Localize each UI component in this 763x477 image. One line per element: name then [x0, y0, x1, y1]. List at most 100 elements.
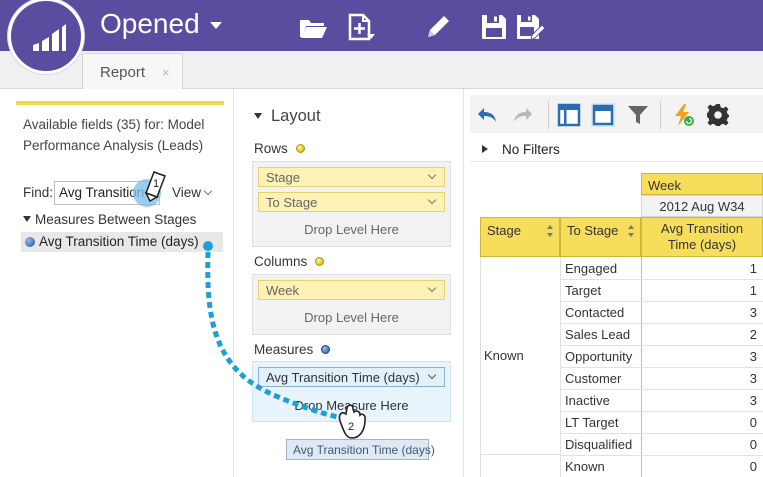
available-fields-text: Available fields (35) for: Model Perform… [23, 117, 205, 153]
columns-drop-hint: Drop Level Here [304, 310, 399, 325]
new-report-icon[interactable] [346, 12, 376, 42]
to-stage-cell[interactable]: Engaged [565, 261, 637, 276]
group-label: Measures Between Stages [35, 212, 197, 227]
header-label: Stage [487, 223, 521, 238]
tab-report[interactable]: Report × [82, 53, 183, 89]
grid-line [480, 257, 481, 477]
filter-icon[interactable] [626, 103, 650, 127]
header-stage[interactable]: Stage [480, 217, 560, 257]
to-stage-cell[interactable]: Inactive [565, 393, 637, 408]
layout-view-icon[interactable] [557, 103, 581, 127]
field-label: Avg Transition Time (days) [39, 234, 199, 249]
measure-value-cell[interactable]: 3 [641, 393, 757, 408]
column-value-header[interactable]: 2012 Aug W34 [641, 195, 763, 217]
redo-icon[interactable] [510, 103, 534, 127]
grid-line [560, 279, 763, 280]
collapse-triangle-icon[interactable] [254, 113, 262, 119]
dimension-dot-icon [295, 144, 305, 153]
columns-drop-zone[interactable]: Week Drop Level Here [252, 274, 451, 335]
rows-pill-to-stage[interactable]: To Stage [258, 192, 445, 212]
measure-value-cell[interactable]: 0 [641, 415, 757, 430]
rows-label-text: Rows [254, 141, 288, 156]
find-input[interactable]: Avg Transition [54, 181, 160, 205]
columns-pill-week[interactable]: Week [258, 280, 445, 300]
to-stage-cell[interactable]: Contacted [565, 305, 637, 320]
header-to-stage[interactable]: To Stage [560, 217, 641, 257]
measure-value-cell[interactable]: 3 [641, 371, 757, 386]
measures-drop-hint: Drop Measure Here [294, 398, 409, 413]
report-title[interactable]: Opened [100, 8, 200, 40]
pill-label: To Stage [266, 195, 318, 210]
layout-panel: Layout Rows Stage To Stage Drop Level He… [246, 95, 461, 477]
panel-divider[interactable] [233, 89, 234, 477]
settings-gear-icon[interactable] [706, 103, 730, 127]
field-item-avg-transition-time[interactable]: Avg Transition Time (days) [21, 232, 223, 252]
grid-line [560, 301, 763, 302]
collapse-triangle-icon[interactable] [23, 216, 31, 222]
sort-icon[interactable] [628, 225, 635, 237]
grid-line [560, 345, 763, 346]
chevron-down-icon[interactable] [427, 170, 437, 180]
sort-icon[interactable] [547, 225, 554, 237]
rows-label: Rows [254, 141, 305, 156]
measure-value-cell[interactable]: 2 [641, 327, 757, 342]
header-measure[interactable]: Avg Transition Time (days) [641, 217, 763, 257]
panel-divider[interactable] [463, 89, 464, 477]
measures-label-text: Measures [254, 342, 314, 357]
lightning-refresh-icon[interactable] [671, 103, 695, 127]
grid-line [560, 367, 763, 368]
layout-header[interactable]: Layout [254, 107, 321, 126]
grid-line [560, 389, 763, 390]
measure-value-cell[interactable]: 0 [641, 459, 757, 474]
to-stage-cell[interactable]: Disqualified [565, 437, 637, 452]
to-stage-cell[interactable]: Sales Lead [565, 327, 637, 342]
chevron-down-icon [203, 186, 213, 196]
filters-label: No Filters [502, 142, 560, 157]
measure-value-cell[interactable]: 3 [641, 349, 757, 364]
measure-value-cell[interactable]: 1 [641, 283, 757, 298]
to-stage-cell[interactable]: Opportunity [565, 349, 637, 364]
logo-bars-icon [33, 24, 66, 51]
columns-label: Columns [254, 254, 325, 269]
report-grid: Week 2012 Aug W34 Stage To Stage Avg Tra… [470, 162, 763, 477]
measures-label: Measures [254, 342, 331, 357]
rows-pill-stage[interactable]: Stage [258, 167, 445, 187]
filters-toggle[interactable]: No Filters [470, 138, 763, 162]
rows-drop-hint: Drop Level Here [304, 222, 399, 237]
rows-drop-zone[interactable]: Stage To Stage Drop Level Here [252, 161, 451, 247]
grid-line [560, 411, 763, 412]
to-stage-cell[interactable]: LT Target [565, 415, 637, 430]
field-list-panel: Available fields (35) for: Model Perform… [14, 95, 232, 477]
stage-group-cell[interactable]: Known [484, 348, 524, 363]
grid-line [560, 433, 763, 434]
tab-close-icon[interactable]: × [162, 65, 170, 80]
grid-view-icon[interactable] [591, 103, 615, 127]
measures-pill-avg-transition[interactable]: Avg Transition Time (days) [258, 367, 445, 387]
header-label: To Stage [567, 223, 619, 238]
chevron-down-icon[interactable] [427, 370, 437, 380]
panel-accent-bar [16, 101, 224, 105]
grid-line [560, 323, 763, 324]
layout-title: Layout [271, 107, 321, 125]
chevron-down-icon[interactable] [427, 195, 437, 205]
measure-value-cell[interactable]: 3 [641, 305, 757, 320]
open-folder-icon[interactable] [298, 12, 328, 42]
title-dropdown-icon[interactable] [210, 22, 222, 29]
to-stage-cell[interactable]: Target [565, 283, 637, 298]
undo-icon[interactable] [476, 103, 500, 127]
measure-value-cell[interactable]: 1 [641, 261, 757, 276]
chevron-down-icon[interactable] [427, 283, 437, 293]
marketo-logo[interactable] [8, 0, 84, 74]
column-group-header-week[interactable]: Week [641, 173, 763, 195]
to-stage-cell[interactable]: Known [565, 459, 637, 474]
expand-triangle-icon[interactable] [482, 145, 488, 153]
measures-drop-zone[interactable]: Avg Transition Time (days) Drop Measure … [252, 361, 451, 422]
tree-group-measures-between-stages[interactable]: Measures Between Stages [23, 212, 196, 227]
dimension-dot-icon [315, 257, 325, 266]
measure-value-cell[interactable]: 0 [641, 437, 757, 452]
save-as-icon[interactable] [515, 12, 545, 42]
view-dropdown[interactable]: View [172, 185, 213, 200]
save-icon[interactable] [479, 12, 509, 42]
edit-pencil-icon[interactable] [423, 12, 453, 42]
to-stage-cell[interactable]: Customer [565, 371, 637, 386]
